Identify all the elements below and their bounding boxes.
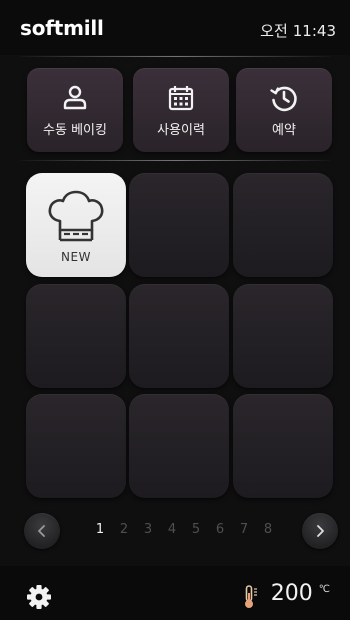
history-clock-icon <box>270 86 297 111</box>
chef-hat-icon <box>48 190 104 242</box>
recipe-slot-2[interactable] <box>129 173 229 277</box>
page-number-7[interactable]: 7 <box>232 522 256 537</box>
chevron-left-icon <box>38 525 45 537</box>
page-number-6[interactable]: 6 <box>208 522 232 537</box>
calendar-icon <box>168 85 194 110</box>
recipe-grid: NEW <box>26 173 333 500</box>
header-divider <box>20 56 330 57</box>
page-number-3[interactable]: 3 <box>136 522 160 537</box>
section-divider <box>20 160 330 161</box>
temperature-display: 200 ℃ <box>243 581 330 609</box>
recipe-slot-3[interactable] <box>233 173 333 277</box>
page-number-2[interactable]: 2 <box>112 522 136 537</box>
usage-history-button[interactable]: 사용이력 <box>133 68 229 152</box>
page-number-8[interactable]: 8 <box>256 522 280 537</box>
usage-history-label: 사용이력 <box>157 122 205 138</box>
temperature-value: 200 <box>270 581 313 606</box>
page-number-4[interactable]: 4 <box>160 522 184 537</box>
page-number-5[interactable]: 5 <box>184 522 208 537</box>
recipe-slot-7[interactable] <box>26 394 126 498</box>
next-page-button[interactable] <box>302 513 338 549</box>
page-numbers: 1 2 3 4 5 6 7 8 <box>88 522 280 537</box>
chevron-right-icon <box>317 525 324 537</box>
reservation-button[interactable]: 예약 <box>236 68 332 152</box>
recipe-slot-9[interactable] <box>233 394 333 498</box>
new-recipe-tile[interactable]: NEW <box>26 173 126 277</box>
bottom-bar: 200 ℃ <box>0 566 350 620</box>
action-bar: 수동 베이킹 사용이력 예약 <box>27 68 332 152</box>
clock: 오전 11:43 <box>260 20 336 41</box>
recipe-slot-5[interactable] <box>129 284 229 388</box>
reservation-label: 예약 <box>272 122 296 138</box>
recipe-slot-4[interactable] <box>26 284 126 388</box>
header-bar: softmill 오전 11:43 <box>0 0 350 55</box>
page-number-1[interactable]: 1 <box>88 522 112 537</box>
gear-icon[interactable] <box>26 584 52 610</box>
brand-logo: softmill <box>20 16 104 40</box>
manual-baking-button[interactable]: 수동 베이킹 <box>27 68 123 152</box>
clock-time: 11:43 <box>292 22 336 40</box>
person-icon <box>63 85 87 109</box>
new-recipe-label: NEW <box>61 250 91 264</box>
recipe-slot-6[interactable] <box>233 284 333 388</box>
manual-baking-label: 수동 베이킹 <box>43 122 107 138</box>
pagination: 1 2 3 4 5 6 7 8 <box>24 513 338 549</box>
temperature-unit: ℃ <box>318 584 330 595</box>
main-screen: softmill 오전 11:43 수동 베이킹 사용이력 예약 NEW 1 2… <box>0 0 350 620</box>
clock-ampm: 오전 <box>260 22 288 40</box>
prev-page-button[interactable] <box>24 513 60 549</box>
thermometer-icon <box>244 585 257 608</box>
recipe-slot-8[interactable] <box>129 394 229 498</box>
